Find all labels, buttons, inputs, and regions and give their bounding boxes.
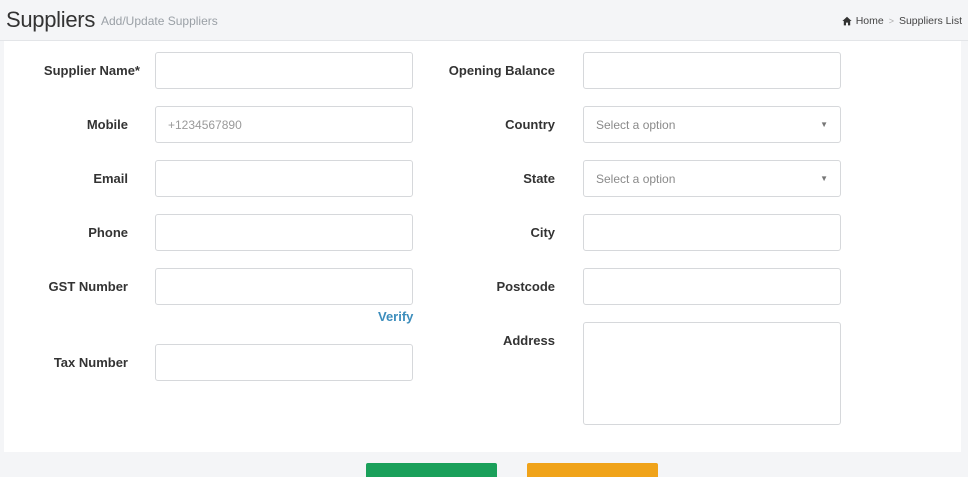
supplier-name-label: Supplier Name* [43, 63, 140, 78]
postcode-input[interactable] [583, 268, 841, 305]
tax-number-input[interactable] [155, 344, 413, 381]
mobile-input[interactable] [155, 106, 413, 143]
country-label: Country [505, 117, 555, 132]
address-label: Address [502, 333, 555, 348]
mobile-label: Mobile [86, 117, 128, 132]
gst-number-label: GST Number [48, 279, 128, 294]
postcode-label: Postcode [496, 279, 555, 294]
home-icon [842, 16, 852, 26]
state-select-value: Select a option [596, 171, 676, 186]
city-input[interactable] [583, 214, 841, 251]
email-label: Email [93, 171, 128, 186]
country-select[interactable]: Select a option ▼ [583, 106, 841, 143]
tax-number-label: Tax Number [53, 355, 128, 370]
breadcrumb: Home > Suppliers List [842, 15, 962, 27]
breadcrumb-separator: > [888, 16, 894, 26]
state-label: State [523, 171, 555, 186]
caret-down-icon: ▼ [820, 120, 828, 129]
verify-gst-link[interactable]: Verify [378, 309, 413, 324]
city-label: City [530, 225, 555, 240]
breadcrumb-suppliers-list-link[interactable]: Suppliers List [899, 15, 962, 27]
supplier-name-input[interactable] [155, 52, 413, 89]
email-input[interactable] [155, 160, 413, 197]
page-subtitle: Add/Update Suppliers [101, 14, 218, 28]
state-select[interactable]: Select a option ▼ [583, 160, 841, 197]
page-title: Suppliers [6, 7, 96, 32]
country-select-value: Select a option [596, 117, 676, 132]
address-textarea[interactable] [583, 322, 841, 425]
gst-number-input[interactable] [155, 268, 413, 305]
opening-balance-label: Opening Balance [448, 63, 555, 78]
page-header: Suppliers Add/Update Suppliers Home > Su… [0, 0, 968, 41]
caret-down-icon: ▼ [820, 174, 828, 183]
breadcrumb-home-link[interactable]: Home [856, 15, 884, 27]
opening-balance-input[interactable] [583, 52, 841, 89]
phone-label: Phone [88, 225, 128, 240]
phone-input[interactable] [155, 214, 413, 251]
